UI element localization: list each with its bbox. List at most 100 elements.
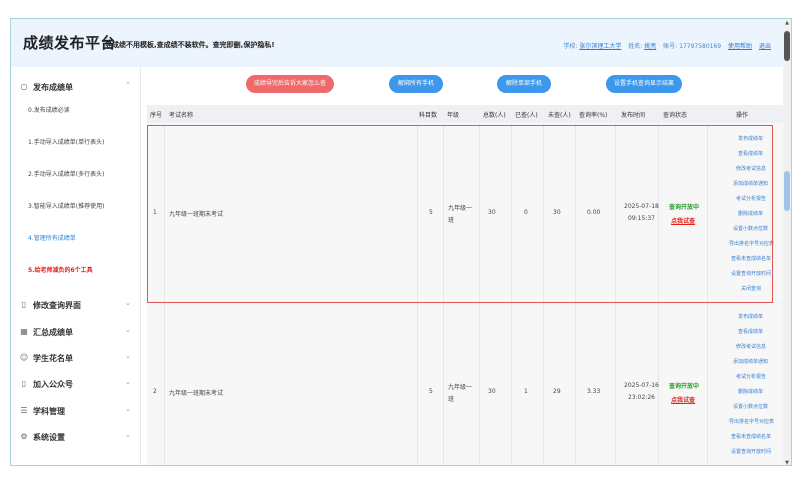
sidebar-group-roster[interactable]: ☺ 学生花名单 ⌄ [11, 346, 141, 372]
op-decimals[interactable]: 设置小数点位数 [733, 225, 768, 232]
status-badge: 查询开放中 [669, 383, 700, 390]
cell-queried: 0 [524, 209, 528, 216]
divider [479, 303, 480, 465]
sidebar-group-label: 加入公众号 [33, 380, 73, 389]
sidebar-group-summary[interactable]: ▦ 汇总成绩单 ⌄ [11, 320, 141, 346]
op-delete[interactable]: 删除成绩单 [738, 388, 763, 395]
op-analysis[interactable]: 考试分析报告 [736, 373, 766, 380]
divider [417, 123, 418, 303]
op-view[interactable]: 查看成绩单 [738, 150, 763, 157]
chevron-down-icon: ⌄ [125, 352, 131, 360]
sidebar-group-query-page[interactable]: ▯ 修改查询界面 ⌄ [11, 293, 141, 319]
op-view[interactable]: 查看成绩单 [738, 328, 763, 335]
name-link[interactable]: 姚亮 [644, 43, 656, 50]
vertical-scrollbar[interactable]: ▲ ▼ [783, 19, 791, 465]
logout-link[interactable]: 退出 [759, 43, 771, 50]
op-edit-info[interactable]: 修改考试信息 [736, 343, 766, 350]
cell-total: 30 [488, 388, 496, 395]
op-unqueried-list[interactable]: 查看未查成绩名单 [731, 255, 771, 262]
col-rate: 查询率(%) [579, 112, 608, 119]
col-unqueried: 未查(人) [548, 112, 571, 119]
op-delete[interactable]: 删除成绩单 [738, 210, 763, 217]
cell-name: 九年级一班期末考试 [169, 390, 224, 397]
sidebar-group-publish[interactable]: ○ 发布成绩单 ⌃ [11, 75, 141, 101]
op-export-rank[interactable]: 导出排名字号对应表 [729, 240, 774, 247]
op-open-time[interactable]: 设置查询开放时间 [731, 448, 771, 455]
divider [707, 303, 708, 465]
sidebar-group-label: 发布成绩单 [33, 83, 73, 92]
sidebar-item-import-smart[interactable]: 3.智能导入成绩单(推荐使用) [28, 201, 104, 210]
cell-grade: 九年级一 [448, 384, 473, 391]
col-total: 总数(人) [483, 112, 506, 119]
slogan: 导成绩不用模板,查成绩不装软件。查完即删,保护隐私! [105, 41, 275, 49]
divider [511, 123, 512, 303]
sidebar: ○ 发布成绩单 ⌃ 0.发布成绩必读 1.手动导入成绩单(单行表头) 2.手动导… [11, 67, 141, 465]
divider [543, 123, 544, 303]
table-row: 2 九年级一班期末考试 5 九年级一 班 30 1 29 3.33 2025-0… [147, 303, 785, 465]
col-grade: 年级 [447, 112, 460, 119]
cell-grade: 九年级一 [448, 205, 473, 212]
divider [658, 123, 659, 303]
sidebar-group-settings[interactable]: ⚙ 系统设置 ⌄ [11, 425, 141, 451]
divider [575, 123, 576, 303]
scroll-up-icon[interactable]: ▲ [783, 19, 791, 27]
scroll-indicator [784, 171, 790, 211]
sidebar-group-subjects[interactable]: ☰ 学科管理 ⌄ [11, 399, 141, 425]
name-label: 姓名: [628, 43, 643, 50]
op-analysis[interactable]: 考试分析报告 [736, 195, 766, 202]
app-window: 成绩发布平台 导成绩不用模板,查成绩不装软件。查完即删,保护隐私! 学校: 张尔… [10, 18, 792, 466]
cell-rate: 0.00 [587, 209, 601, 216]
divider [443, 303, 444, 465]
op-publish[interactable]: 发布成绩单 [738, 135, 763, 142]
op-open-time[interactable]: 设置查询开放时间 [731, 270, 771, 277]
op-add-notice[interactable]: 添加成绩单通知 [733, 180, 768, 187]
scrollbar-thumb[interactable] [784, 31, 790, 61]
cell-grade-cont: 班 [448, 396, 455, 403]
chevron-down-icon: ⌄ [125, 431, 131, 439]
cell-rate: 3.33 [587, 388, 601, 395]
cell-index: 1 [153, 209, 157, 216]
cell-time: 09:15:37 [628, 215, 655, 222]
cell-time: 23:02:26 [628, 394, 655, 401]
op-decimals[interactable]: 设置小数点位数 [733, 403, 768, 410]
set-phone-display-button[interactable]: 设置手机查询显示结果 [606, 75, 682, 93]
sidebar-item-manage[interactable]: 4.管理所有成绩单 [28, 233, 76, 242]
how-to-query-button[interactable]: 成绩导完后告诉大家怎么查 [246, 75, 334, 93]
op-publish[interactable]: 发布成绩单 [738, 313, 763, 320]
op-close-query[interactable]: 关闭查询 [741, 285, 761, 292]
divider [417, 303, 418, 465]
col-status: 查询状态 [663, 112, 688, 119]
cell-subjects: 5 [429, 388, 433, 395]
unbind-all-phones-button[interactable]: 解绑所有手机 [389, 75, 443, 93]
op-add-notice[interactable]: 添加成绩单通知 [733, 358, 768, 365]
op-unqueried-list[interactable]: 查看未查成绩名单 [731, 433, 771, 440]
sidebar-item-tools[interactable]: 5.给老师减负的6个工具 [28, 265, 93, 274]
chevron-down-icon: ⌄ [125, 326, 131, 334]
sidebar-group-label: 学科管理 [33, 407, 65, 416]
op-export-rank[interactable]: 导出排名字号对应表 [729, 418, 774, 425]
chevron-down-icon: ⌄ [125, 299, 131, 307]
col-queried: 已查(人) [515, 112, 538, 119]
divider [707, 123, 708, 303]
try-query-link[interactable]: 点我试查 [671, 216, 695, 225]
op-edit-info[interactable]: 修改考试信息 [736, 165, 766, 172]
phone-icon: ▯ [21, 300, 27, 309]
sidebar-group-wechat[interactable]: ▯ 加入公众号 ⌄ [11, 372, 141, 398]
scroll-down-icon[interactable]: ▼ [783, 459, 791, 465]
try-query-link[interactable]: 点我试查 [671, 395, 695, 404]
school-link[interactable]: 张尔滨理工大学 [579, 43, 621, 50]
sidebar-item-guide[interactable]: 0.发布成绩必读 [28, 105, 70, 114]
sidebar-item-import-single[interactable]: 1.手动导入成绩单(单行表头) [28, 137, 104, 146]
list-icon: ☰ [20, 406, 28, 415]
divider [443, 123, 444, 303]
unbind-one-phone-button[interactable]: 解除单部手机 [497, 75, 551, 93]
sidebar-group-label: 学生花名单 [33, 354, 73, 363]
cell-unqueried: 29 [553, 388, 561, 395]
help-link[interactable]: 使用帮助 [728, 43, 752, 50]
divider [615, 123, 616, 303]
cell-queried: 1 [524, 388, 528, 395]
settings-icon: ⚙ [20, 432, 28, 441]
chevron-down-icon: ⌄ [125, 378, 131, 386]
cell-subjects: 5 [429, 209, 433, 216]
sidebar-item-import-multi[interactable]: 2.手动导入成绩单(多行表头) [28, 169, 104, 178]
